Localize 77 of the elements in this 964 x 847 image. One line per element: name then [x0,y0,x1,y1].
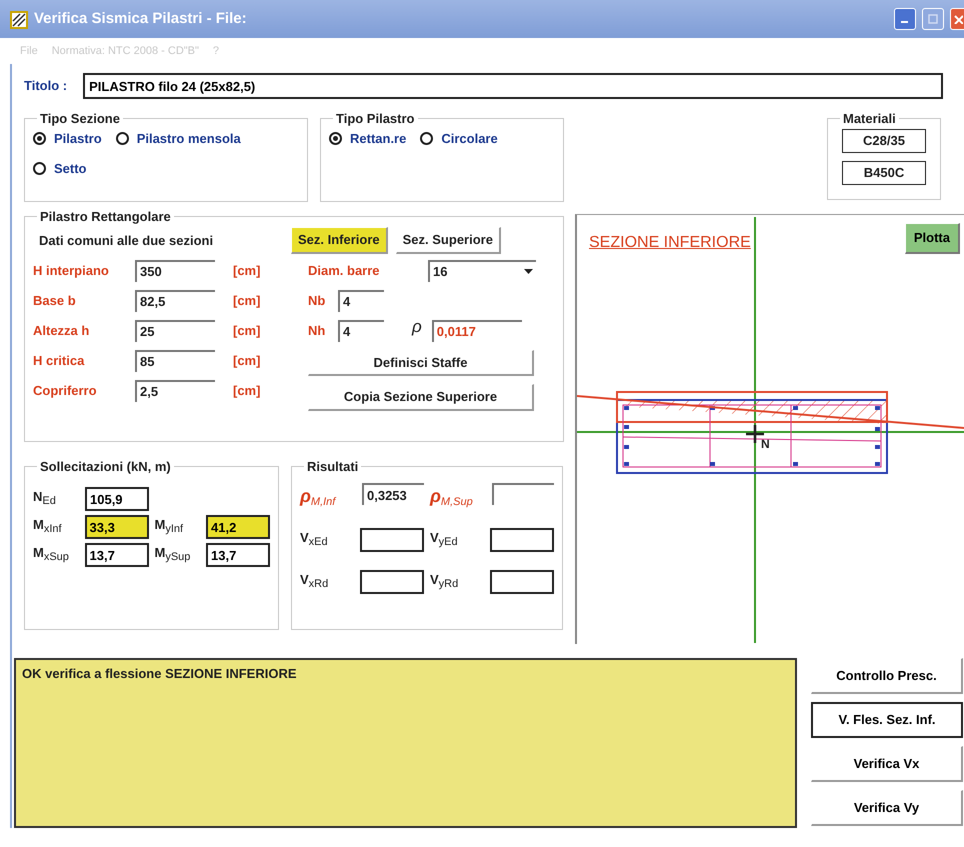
caret-icon [524,269,533,274]
radio-button[interactable]: Setto [33,158,86,178]
window-title: Verifica Sismica Pilastri - File: [34,8,247,29]
input-field[interactable] [360,528,424,552]
app-icon [10,9,28,29]
input-field[interactable]: 41,2 [206,515,270,539]
input-field[interactable] [490,570,554,594]
group-title: Materiali [842,112,897,125]
variable-label: M$_{xSup}$ [33,544,70,562]
variable-label: V$_{xEd}$ [300,529,329,548]
radio-button[interactable]: Rettan.re [329,129,406,148]
title-field[interactable]: PILASTRO filo 24 (25x82,5) [83,73,944,99]
unit-label: [cm] [233,292,260,310]
input-field[interactable]: 2,5 [135,380,215,402]
input-field[interactable]: 33,3 [84,515,148,539]
title-label: Titolo : [24,77,68,96]
field-label: Copriferro [33,382,98,400]
field-label: Altezza h [33,322,90,340]
unit-label: [cm] [233,382,260,400]
unit-label: [cm] [233,262,260,280]
field-label: H interpiano [33,262,110,280]
input-field[interactable]: 85 [135,350,215,372]
group-title: Tipo Pilastro [335,112,416,125]
radio-button[interactable]: Circolare [420,129,498,148]
input-field[interactable]: 0,0117 [432,320,522,342]
action-button[interactable]: Verifica Vy [811,790,963,826]
material-value: B450C [842,161,926,185]
radio-button[interactable]: Pilastro mensola [116,129,241,148]
field-label: Nh [308,322,326,340]
point-label: N [761,436,770,453]
input-field[interactable]: 25 [135,320,215,342]
action-button[interactable]: V. Fles. Sez. Inf. [811,702,963,738]
variable-label: M$_{yInf}$ [154,516,184,534]
action-button[interactable]: Copia Sezione Superiore [308,384,534,410]
group-title: Risultati [306,460,360,473]
input-field[interactable]: 0,3253 [362,483,424,505]
radio-button[interactable]: Pilastro [33,129,102,148]
variable-label: ρ$_{M,Inf}$ [300,485,338,510]
action-button[interactable]: Verifica Vx [811,746,963,782]
section-tab[interactable]: Sez. Inferiore [291,227,388,254]
group-title: Sollecitazioni (kN, m) [39,460,172,473]
variable-label: V$_{xRd}$ [300,571,330,590]
variable-label: M$_{ySup}$ [154,544,192,562]
dropdown[interactable]: 16 [428,260,536,282]
input-field[interactable]: 13,7 [206,543,270,567]
variable-label: M$_{xInf}$ [33,516,63,534]
variable-label: V$_{yRd}$ [430,571,460,590]
input-field[interactable]: 350 [135,260,215,282]
input-field[interactable] [490,528,554,552]
rho-symbol: ρ [412,316,422,338]
input-field[interactable]: 4 [338,290,384,312]
field-label: H critica [33,352,86,370]
message-box: OK verifica a flessione SEZIONE INFERIORE [14,658,797,828]
close-icon[interactable] [950,8,964,30]
input-field[interactable]: 82,5 [135,290,215,312]
field-label: Diam. barre [308,262,381,280]
unit-label: [cm] [233,352,260,370]
field-label: Base b [33,292,77,310]
input-field[interactable]: 13,7 [84,543,148,567]
material-value: C28/35 [842,129,926,153]
variable-label: N$_{Ed}$ [33,488,57,506]
action-button[interactable]: Definisci Staffe [308,350,534,376]
group-title: Tipo Sezione [39,112,121,125]
variable-label: ρ$_{M,Sup}$ [430,485,474,510]
section-subtitle: Dati comuni alle due sezioni [38,232,214,250]
input-field[interactable]: 4 [338,320,384,342]
minimize-icon[interactable] [894,8,916,30]
field-label: Nb [308,292,326,310]
input-field[interactable]: 105,9 [85,487,149,511]
plot-title: SEZIONE INFERIORE [589,233,751,253]
group-title: Pilastro Rettangolare [39,210,172,223]
section-tab[interactable]: Sez. Superiore [396,227,501,254]
plot-button[interactable]: Plotta [904,223,960,254]
input-field[interactable] [360,570,424,594]
action-button[interactable]: Controllo Presc. [811,658,963,694]
unit-label: [cm] [233,322,260,340]
variable-label: V$_{yEd}$ [430,529,459,548]
